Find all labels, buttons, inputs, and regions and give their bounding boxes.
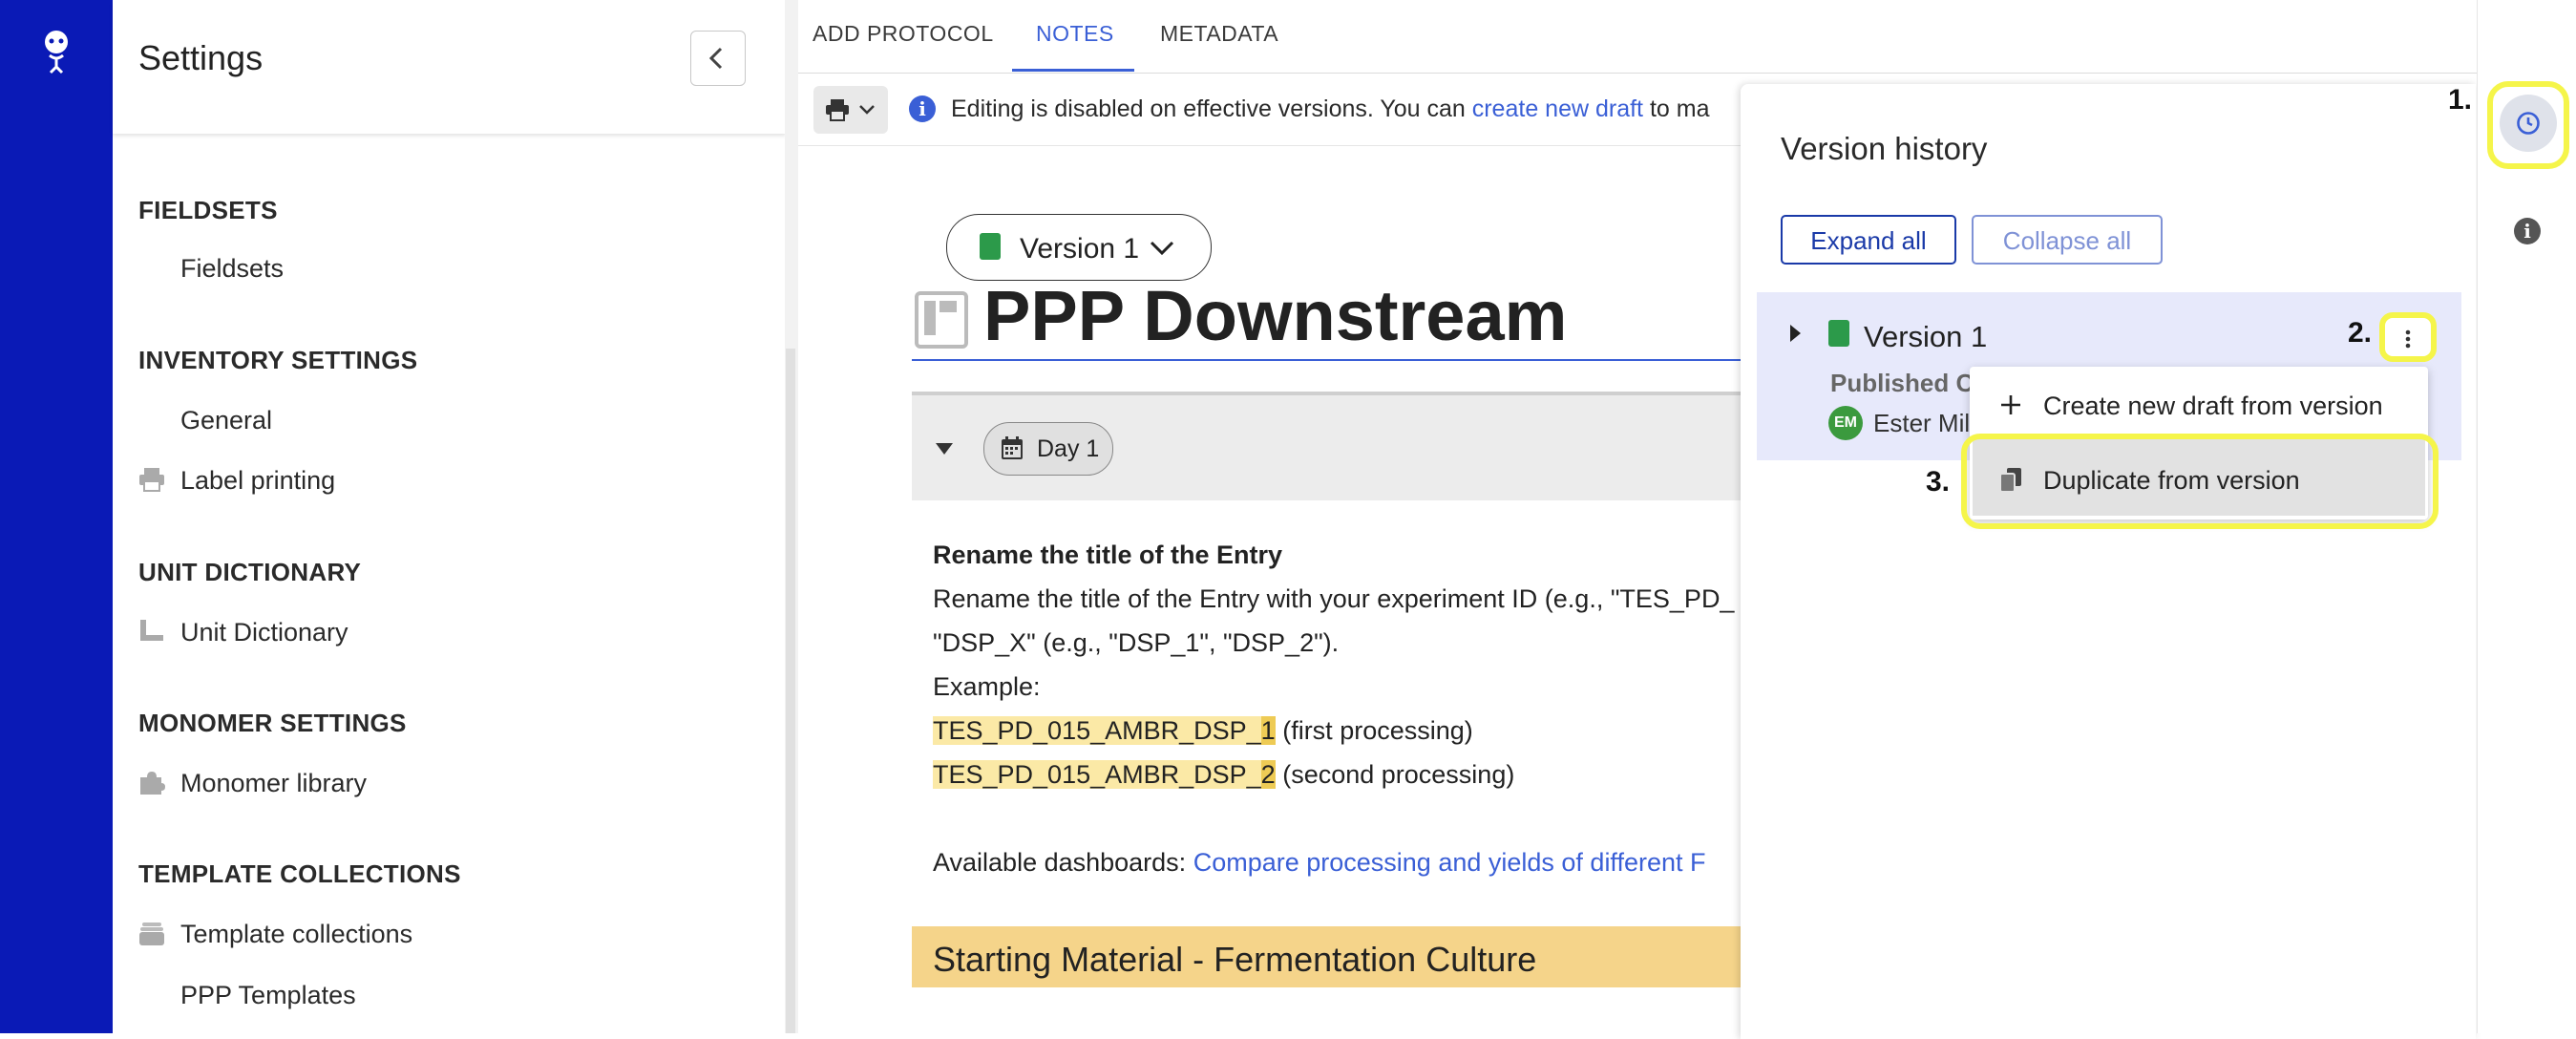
- settings-item-template-collections[interactable]: Template collections: [180, 920, 412, 949]
- collapse-sidebar-button[interactable]: [690, 31, 746, 86]
- settings-panel: Settings FIELDSETS Fieldsets INVENTORY S…: [113, 0, 787, 1033]
- rename-line-1: Rename the title of the Entry with your …: [933, 584, 1735, 613]
- settings-title: Settings: [138, 38, 264, 77]
- section-banner-title: Starting Material - Fermentation Culture: [933, 940, 1537, 979]
- clock-icon: [2517, 112, 2540, 135]
- info-icon[interactable]: i: [2514, 218, 2541, 244]
- annotation-step-1: 1.: [2448, 84, 2473, 116]
- create-new-draft-link[interactable]: create new draft: [1472, 95, 1643, 122]
- settings-item-monomer-library[interactable]: Monomer library: [180, 769, 367, 798]
- section-heading-unit-dictionary: UNIT DICTIONARY: [138, 558, 362, 586]
- section-heading-fieldsets: FIELDSETS: [138, 196, 278, 224]
- expand-all-button[interactable]: Expand all: [1781, 215, 1956, 265]
- puzzle-icon: [140, 772, 165, 795]
- stack-icon: [139, 922, 164, 945]
- section-heading-monomer-settings: MONOMER SETTINGS: [138, 709, 407, 737]
- active-tab-indicator: [1012, 69, 1134, 72]
- version-row-published: Published C: [1830, 369, 1974, 397]
- settings-scrollbar[interactable]: [786, 349, 795, 1033]
- annotation-step-2: 2.: [2348, 317, 2373, 349]
- info-icon: i: [909, 95, 936, 122]
- tab-add-protocol[interactable]: ADD PROTOCOL: [813, 21, 994, 47]
- dashboards-line: Available dashboards: Compare processing…: [933, 848, 1706, 877]
- ruler-icon: [140, 620, 163, 641]
- kebab-menu-icon: [2405, 329, 2411, 349]
- entry-content: Rename the title of the Entry Rename the…: [798, 145, 1743, 1033]
- chevron-left-icon: [708, 47, 723, 70]
- settings-item-fieldsets[interactable]: Fieldsets: [180, 254, 284, 284]
- settings-item-unit-dictionary[interactable]: Unit Dictionary: [180, 618, 348, 647]
- settings-item-label-printing[interactable]: Label printing: [180, 466, 335, 496]
- annotation-step-3: 3.: [1926, 466, 1951, 498]
- annotation-highlight-3: [1961, 434, 2439, 529]
- menu-item-create-draft[interactable]: Create new draft from version: [2043, 392, 2383, 421]
- caret-right-icon[interactable]: [1787, 323, 1803, 344]
- version-history-title: Version history: [1781, 131, 1988, 166]
- dashboard-link[interactable]: Compare processing and yields of differe…: [1193, 848, 1706, 877]
- example-2: TES_PD_015_AMBR_DSP_2 (second processing…: [933, 760, 1515, 789]
- tab-notes[interactable]: NOTES: [1036, 21, 1114, 47]
- version-row-user: Ester Mil: [1873, 409, 1971, 437]
- section-heading-inventory-settings: INVENTORY SETTINGS: [138, 346, 418, 374]
- app-logo-icon[interactable]: [36, 29, 76, 74]
- example-1: TES_PD_015_AMBR_DSP_1 (first processing): [933, 716, 1473, 745]
- plus-icon: [2001, 395, 2020, 414]
- version-row-name: Version 1: [1864, 320, 1988, 353]
- editing-disabled-message: Editing is disabled on effective version…: [951, 95, 1710, 122]
- settings-header: Settings: [113, 0, 786, 134]
- avatar: EM: [1828, 406, 1863, 440]
- print-menu-button[interactable]: [813, 86, 888, 134]
- rename-line-2: "DSP_X" (e.g., "DSP_1", "DSP_2").: [933, 628, 1340, 657]
- settings-item-general[interactable]: General: [180, 406, 272, 435]
- tab-metadata[interactable]: METADATA: [1160, 21, 1278, 47]
- version-options-button[interactable]: [2379, 312, 2437, 362]
- example-label: Example:: [933, 672, 1041, 701]
- settings-item-ppp-templates[interactable]: PPP Templates: [180, 981, 356, 1010]
- chevron-down-icon: [859, 105, 875, 115]
- printer-icon: [826, 99, 849, 121]
- printer-icon: [139, 468, 164, 492]
- app-rail: [0, 0, 113, 1033]
- section-heading-template-collections: TEMPLATE COLLECTIONS: [138, 859, 461, 888]
- published-document-icon: [1828, 320, 1849, 347]
- rename-heading: Rename the title of the Entry: [933, 541, 1283, 569]
- collapse-all-button[interactable]: Collapse all: [1972, 215, 2163, 265]
